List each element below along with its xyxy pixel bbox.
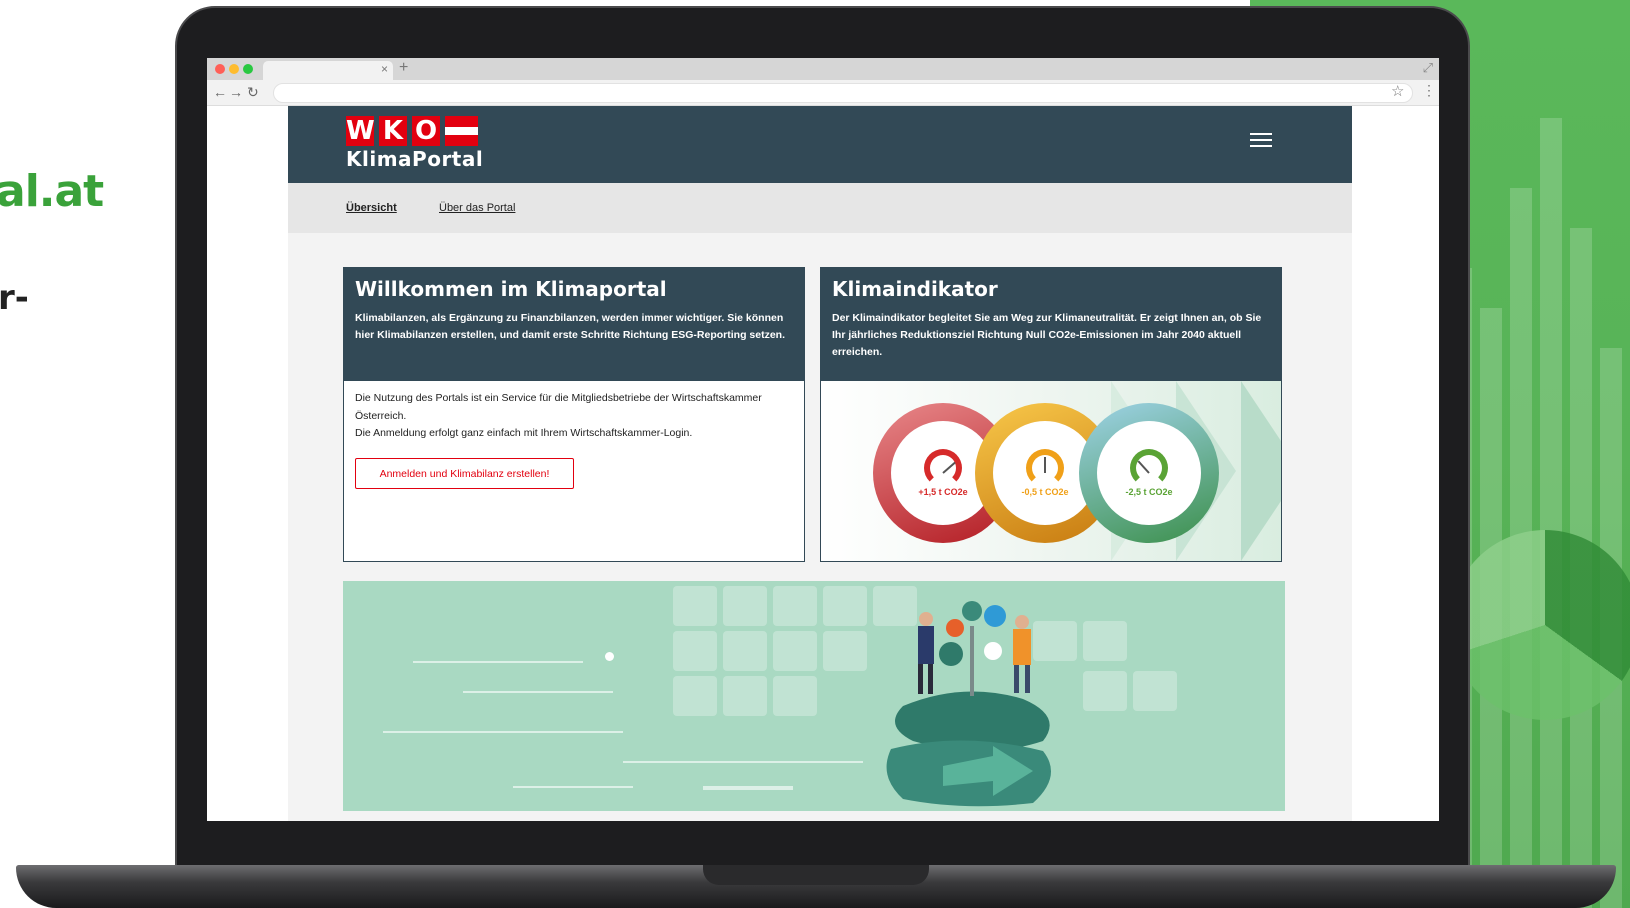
- logo-subtitle: KlimaPortal: [346, 147, 484, 171]
- nav-link-about[interactable]: Über das Portal: [439, 202, 515, 214]
- reload-icon[interactable]: ↻: [247, 84, 259, 101]
- browser-tab[interactable]: [263, 61, 393, 80]
- climate-indicator-visual: +1,5 t CO2e -0,5 t CO2e -2,5 t CO2e: [821, 381, 1281, 561]
- sub-navigation: Übersicht Über das Portal: [288, 183, 1352, 233]
- back-arrow-icon[interactable]: ←: [213, 84, 227, 100]
- backdrop-bar: [1540, 118, 1562, 908]
- welcome-card-header: Willkommen im Klimaportal Klimabilanzen,…: [344, 268, 804, 381]
- logo-letter-o: O: [412, 116, 440, 146]
- logo-letter-w: W: [346, 116, 375, 146]
- tab-close-icon[interactable]: ×: [381, 62, 388, 76]
- address-bar[interactable]: [273, 83, 1413, 103]
- welcome-card-body-line2: Die Anmeldung erfolgt ganz einfach mit I…: [355, 427, 693, 439]
- expand-icon[interactable]: ⤢: [1423, 60, 1433, 76]
- indicator-card-intro: Der Klimaindikator begleitet Sie am Weg …: [832, 312, 1262, 358]
- browser-toolbar: ← → ↻ ☆ ⋮: [207, 80, 1439, 106]
- chevron-shape: [1241, 381, 1281, 561]
- window-close-dot[interactable]: [215, 64, 225, 74]
- new-tab-icon[interactable]: +: [399, 59, 408, 77]
- bookmark-star-icon[interactable]: ☆: [1391, 82, 1404, 100]
- climate-gauge: -2,5 t CO2e: [1079, 403, 1219, 543]
- backdrop-pie: [1450, 530, 1630, 720]
- window-minimize-dot[interactable]: [229, 64, 239, 74]
- browser-tab-bar: × + ⤢: [207, 58, 1439, 80]
- marketing-stage: al.at r- × + ⤢ ← → ↻ ☆ ⋮ W K O KlimaPort…: [0, 0, 1630, 908]
- forward-arrow-icon[interactable]: →: [229, 84, 243, 100]
- indicator-card: Klimaindikator Der Klimaindikator beglei…: [820, 267, 1282, 562]
- gauge-arc-icon: [1130, 449, 1168, 487]
- welcome-card-body-line1: Die Nutzung des Portals ist ein Service …: [355, 392, 762, 422]
- hero-illustration-banner: [343, 581, 1285, 811]
- gauge-face: -2,5 t CO2e: [1097, 421, 1201, 525]
- promo-fragment-text: r-: [0, 278, 29, 318]
- austria-flag-icon: [445, 116, 478, 146]
- site-header: W K O KlimaPortal: [288, 106, 1352, 183]
- logo-letter-k: K: [379, 116, 407, 146]
- browser-menu-icon[interactable]: ⋮: [1422, 82, 1436, 99]
- gauge-needle-icon: [1044, 457, 1046, 473]
- promo-domain-text: al.at: [0, 166, 104, 217]
- window-zoom-dot[interactable]: [243, 64, 253, 74]
- welcome-card-intro: Klimabilanzen, als Ergänzung zu Finanzbi…: [355, 312, 785, 341]
- laptop-notch: [703, 865, 929, 885]
- nav-link-overview[interactable]: Übersicht: [346, 202, 397, 214]
- klimaportal-site: W K O KlimaPortal Übersicht Über das Por…: [288, 106, 1352, 821]
- hamburger-menu-icon[interactable]: [1250, 133, 1272, 151]
- indicator-card-header: Klimaindikator Der Klimaindikator beglei…: [821, 268, 1281, 381]
- sustainability-illustration: [886, 601, 1051, 807]
- welcome-card-body: Die Nutzung des Portals ist ein Service …: [355, 390, 795, 443]
- laptop-screen: × + ⤢ ← → ↻ ☆ ⋮ W K O KlimaPortal Übersi…: [207, 58, 1439, 821]
- welcome-card-title: Willkommen im Klimaportal: [355, 277, 667, 301]
- gauge-arc-icon: [924, 449, 962, 487]
- main-content: Willkommen im Klimaportal Klimabilanzen,…: [288, 233, 1352, 821]
- indicator-card-title: Klimaindikator: [832, 277, 998, 301]
- welcome-card: Willkommen im Klimaportal Klimabilanzen,…: [343, 267, 805, 562]
- gauge-value-label: -2,5 t CO2e: [1125, 487, 1173, 497]
- login-create-balance-button[interactable]: Anmelden und Klimabilanz erstellen!: [355, 458, 574, 489]
